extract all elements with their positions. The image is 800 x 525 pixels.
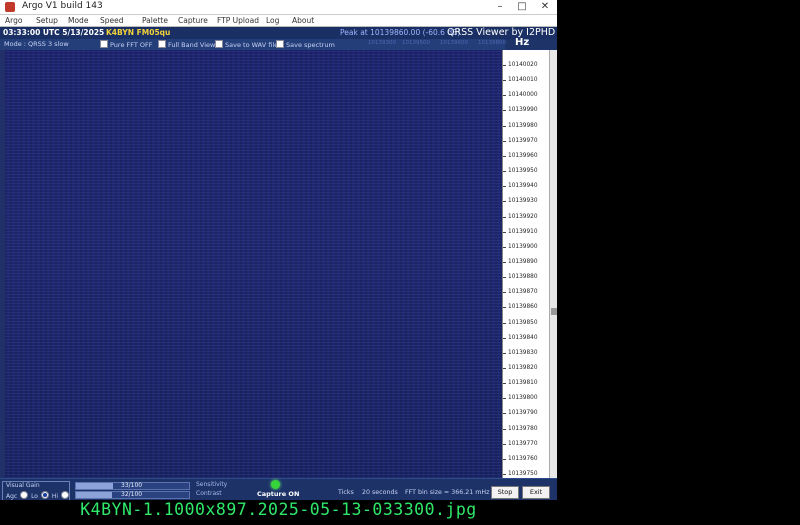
axis-label: 10139890: [508, 258, 538, 265]
contrast-label: Contrast: [196, 490, 222, 497]
sensitivity-slider[interactable]: 33/100: [75, 482, 190, 490]
hi-radio[interactable]: [60, 491, 69, 499]
freq-tick: 10139600: [440, 40, 468, 46]
axis-label: 10139830: [508, 349, 538, 356]
spectrogram-waterfall[interactable]: [5, 50, 502, 478]
freq-tick: 10139300: [368, 40, 396, 46]
control-panel: Visual Gain Agc Lo Hi 33/100 Sensitivity…: [0, 478, 557, 500]
menu-ftp-upload[interactable]: FTP Upload: [217, 15, 259, 26]
ticks-value: 20 seconds: [362, 489, 398, 496]
axis-label: 10139750: [508, 471, 538, 478]
fft-bin-size: FFT bin size = 366.21 mHz: [405, 489, 490, 496]
exit-button[interactable]: Exit: [522, 486, 550, 499]
scrollbar-thumb[interactable]: [551, 308, 557, 315]
hi-label: Hi: [51, 493, 59, 500]
menu-about[interactable]: About: [292, 15, 314, 26]
axis-label: 10139930: [508, 198, 538, 205]
contrast-fill: [76, 492, 113, 498]
freq-tick: 10139800: [478, 40, 506, 46]
contrast-slider[interactable]: 32/100: [75, 491, 190, 499]
save-wav-checkbox[interactable]: [215, 40, 223, 48]
agc-radio[interactable]: [20, 491, 29, 499]
minimize-button[interactable]: –: [489, 0, 511, 14]
stop-button[interactable]: Stop: [491, 486, 519, 499]
axis-label: 10139800: [508, 395, 538, 402]
axis-label: 10139780: [508, 425, 538, 432]
callsign: K4BYN FM05qu: [106, 28, 171, 37]
lo-radio[interactable]: [40, 491, 49, 499]
axis-label: 10139940: [508, 183, 538, 190]
axis-label: 10139950: [508, 168, 538, 175]
axis-label: 10139880: [508, 274, 538, 281]
axis-label: 10139850: [508, 319, 538, 326]
save-wav-toggle[interactable]: Save to WAV file: [215, 40, 278, 49]
pure-fft-toggle[interactable]: Pure FFT OFF: [100, 40, 153, 49]
close-button[interactable]: ✕: [534, 0, 556, 14]
axis-label: 10139860: [508, 304, 538, 311]
axis-label: 10139970: [508, 137, 538, 144]
axis-label: 10139870: [508, 289, 538, 296]
hz-unit-label: Hz: [515, 37, 530, 48]
menu-argo[interactable]: Argo: [5, 15, 22, 26]
freq-tick: 10139500: [402, 40, 430, 46]
pure-fft-label: Pure FFT OFF: [110, 41, 153, 49]
maximize-button[interactable]: □: [511, 0, 533, 14]
axis-label: 10139760: [508, 455, 538, 462]
menu-log[interactable]: Log: [266, 15, 279, 26]
visual-gain-label: Visual Gain: [6, 482, 40, 489]
menu-capture[interactable]: Capture: [178, 15, 208, 26]
axis-label: 10139910: [508, 228, 538, 235]
axis-label: 10139920: [508, 213, 538, 220]
menu-mode[interactable]: Mode: [68, 15, 88, 26]
title-bar[interactable]: Argo V1 build 143 – □ ✕: [0, 0, 557, 15]
ticks-label: Ticks: [338, 489, 354, 496]
status-strip: 03:33:00 UTC 5/13/2025 K4BYN FM05qu Peak…: [0, 27, 557, 39]
axis-label: 10139810: [508, 380, 538, 387]
app-icon: [5, 2, 15, 12]
menu-bar: Argo Setup Mode Speed Palette Capture FT…: [0, 15, 557, 27]
axis-label: 10139900: [508, 243, 538, 250]
gain-radio-row: Agc Lo Hi: [6, 491, 70, 500]
image-filename-caption: K4BYN-1.1000x897.2025-05-13-033300.jpg: [80, 500, 477, 519]
save-spectrum-checkbox[interactable]: [276, 40, 284, 48]
menu-setup[interactable]: Setup: [36, 15, 58, 26]
save-spectrum-toggle[interactable]: Save spectrum: [276, 40, 335, 49]
capture-led-icon[interactable]: [271, 480, 280, 489]
full-band-checkbox[interactable]: [158, 40, 166, 48]
save-spectrum-label: Save spectrum: [286, 41, 335, 49]
argo-window: Argo V1 build 143 – □ ✕ Argo Setup Mode …: [0, 0, 557, 500]
axis-label: 10139990: [508, 107, 538, 114]
visual-gain-group: Visual Gain Agc Lo Hi: [2, 481, 70, 500]
frequency-axis: 10140020 10140010 10140000 10139990 10139980…: [502, 50, 550, 478]
axis-label: 10139980: [508, 122, 538, 129]
axis-label: 10140010: [508, 77, 538, 84]
save-wav-label: Save to WAV file: [225, 41, 279, 49]
sensitivity-fill: [76, 483, 114, 489]
axis-label: 10139770: [508, 440, 538, 447]
frequency-scrollbar[interactable]: [549, 50, 557, 478]
axis-label: 10139840: [508, 334, 538, 341]
axis-label: 10139820: [508, 365, 538, 371]
menu-palette[interactable]: Palette: [142, 15, 168, 26]
pure-fft-checkbox[interactable]: [100, 40, 108, 48]
axis-label: 10139790: [508, 410, 538, 417]
lo-label: Lo: [31, 493, 38, 500]
agc-label: Agc: [6, 493, 18, 500]
capture-status: Capture ON: [257, 490, 300, 498]
brand-label: QRSS Viewer by I2PHD: [447, 27, 556, 38]
mode-indicator: Mode : QRSS 3 slow: [4, 40, 69, 48]
full-band-toggle[interactable]: Full Band View: [158, 40, 215, 49]
full-band-label: Full Band View: [168, 41, 216, 49]
sensitivity-label: Sensitivity: [196, 481, 228, 488]
contrast-value: 32/100: [121, 491, 143, 498]
axis-label: 10139960: [508, 152, 538, 159]
utc-time: 03:33:00 UTC 5/13/2025: [3, 28, 105, 37]
peak-readout: Peak at 10139860.00 (-60.6 dB): [340, 28, 461, 37]
sensitivity-value: 33/100: [121, 482, 143, 489]
menu-speed[interactable]: Speed: [100, 15, 124, 26]
window-title: Argo V1 build 143: [22, 1, 103, 11]
axis-label: 10140000: [508, 92, 538, 99]
axis-label: 10140020: [508, 62, 538, 68]
